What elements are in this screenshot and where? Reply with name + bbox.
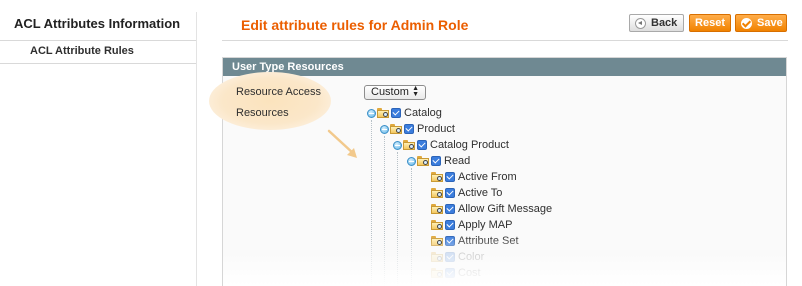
folder-icon [403, 140, 415, 150]
highlight-spot [209, 72, 331, 130]
pointer-arrow-icon [327, 129, 357, 158]
tree-node-label[interactable]: Apply MAP [458, 219, 512, 231]
tree-node-label[interactable]: Attribute Set [458, 235, 519, 247]
tree-node-checkbox[interactable] [445, 252, 455, 262]
tree-node-checkbox[interactable] [445, 188, 455, 198]
folder-icon [431, 252, 443, 262]
folder-icon [431, 204, 443, 214]
fieldset-title: User Type Resources [232, 61, 344, 73]
tree-guide [384, 136, 385, 286]
fieldset-header: User Type Resources [223, 58, 786, 76]
tree-node-label[interactable]: Active From [458, 171, 517, 183]
tree-node-checkbox[interactable] [391, 108, 401, 118]
resource-access-value: Custom [371, 86, 409, 98]
sidebar-title: ACL Attributes Information [14, 16, 181, 31]
tree-node-label[interactable]: Catalog [404, 107, 442, 119]
tree-node-label[interactable]: Catalog Product [430, 139, 509, 151]
tree-node-active-from[interactable]: Active From [431, 170, 517, 184]
tree-node-read[interactable]: Read [407, 154, 470, 168]
folder-icon [417, 156, 429, 166]
back-button[interactable]: Back [629, 14, 684, 32]
tree-node-apply-map[interactable]: Apply MAP [431, 218, 512, 232]
page-title: Edit attribute rules for Admin Role [241, 17, 469, 33]
back-arrow-icon [635, 17, 646, 29]
tree-node-color[interactable]: Color [431, 250, 484, 264]
tree-node-label[interactable]: Read [444, 155, 470, 167]
folder-icon [431, 220, 443, 230]
tree-node-attribute-set[interactable]: Attribute Set [431, 234, 519, 248]
sidebar-item-label: ACL Attribute Rules [30, 45, 134, 57]
tree-node-label[interactable]: Allow Gift Message [458, 203, 552, 215]
tree-guide [371, 120, 372, 286]
select-arrows-icon [412, 86, 419, 98]
tree-node-checkbox[interactable] [445, 220, 455, 230]
sidebar-item-acl-attribute-rules[interactable]: ACL Attribute Rules [0, 40, 196, 64]
folder-icon [431, 268, 443, 278]
tree-node-checkbox[interactable] [445, 236, 455, 246]
save-button[interactable]: Save [735, 14, 787, 32]
tree-node-checkbox[interactable] [445, 268, 455, 278]
tree-node-active-to[interactable]: Active To [431, 186, 502, 200]
tree-node-label[interactable]: Product [417, 123, 455, 135]
tree-node-label[interactable]: Active To [458, 187, 502, 199]
reset-button[interactable]: Reset [689, 14, 731, 32]
resource-access-select[interactable]: Custom [364, 85, 426, 100]
tree-node-checkbox[interactable] [445, 204, 455, 214]
tree-node-catalog[interactable]: Catalog [367, 106, 442, 120]
tree-node-checkbox[interactable] [404, 124, 414, 134]
header-divider [222, 40, 788, 41]
tree-node-checkbox[interactable] [417, 140, 427, 150]
back-button-label: Back [651, 17, 678, 29]
tree-node-cost[interactable]: Cost [431, 266, 481, 280]
collapse-icon[interactable] [393, 140, 402, 150]
tree-guide [411, 168, 412, 286]
resources-label: Resources [236, 107, 289, 119]
collapse-icon[interactable] [407, 156, 416, 166]
sidebar: ACL Attributes Information ACL Attribute… [0, 0, 196, 286]
tree-node-catalog-product[interactable]: Catalog Product [393, 138, 509, 152]
tree-node-allow-gift-message[interactable]: Allow Gift Message [431, 202, 552, 216]
tree-guide [397, 152, 398, 286]
collapse-icon[interactable] [367, 108, 376, 118]
tree-node-checkbox[interactable] [431, 156, 441, 166]
tree-node-product[interactable]: Product [380, 122, 455, 136]
tree-node-label[interactable]: Color [458, 251, 484, 263]
folder-icon [377, 108, 389, 118]
collapse-icon[interactable] [380, 124, 389, 134]
resource-access-label: Resource Access [236, 86, 321, 98]
save-button-label: Save [757, 17, 783, 29]
tree-node-label[interactable]: Cost [458, 267, 481, 279]
checkmark-icon [741, 17, 752, 29]
folder-icon [431, 188, 443, 198]
folder-icon [431, 236, 443, 246]
tree-node-checkbox[interactable] [445, 172, 455, 182]
folder-icon [431, 172, 443, 182]
sidebar-divider [196, 12, 197, 286]
reset-button-label: Reset [695, 17, 725, 29]
folder-icon [390, 124, 402, 134]
